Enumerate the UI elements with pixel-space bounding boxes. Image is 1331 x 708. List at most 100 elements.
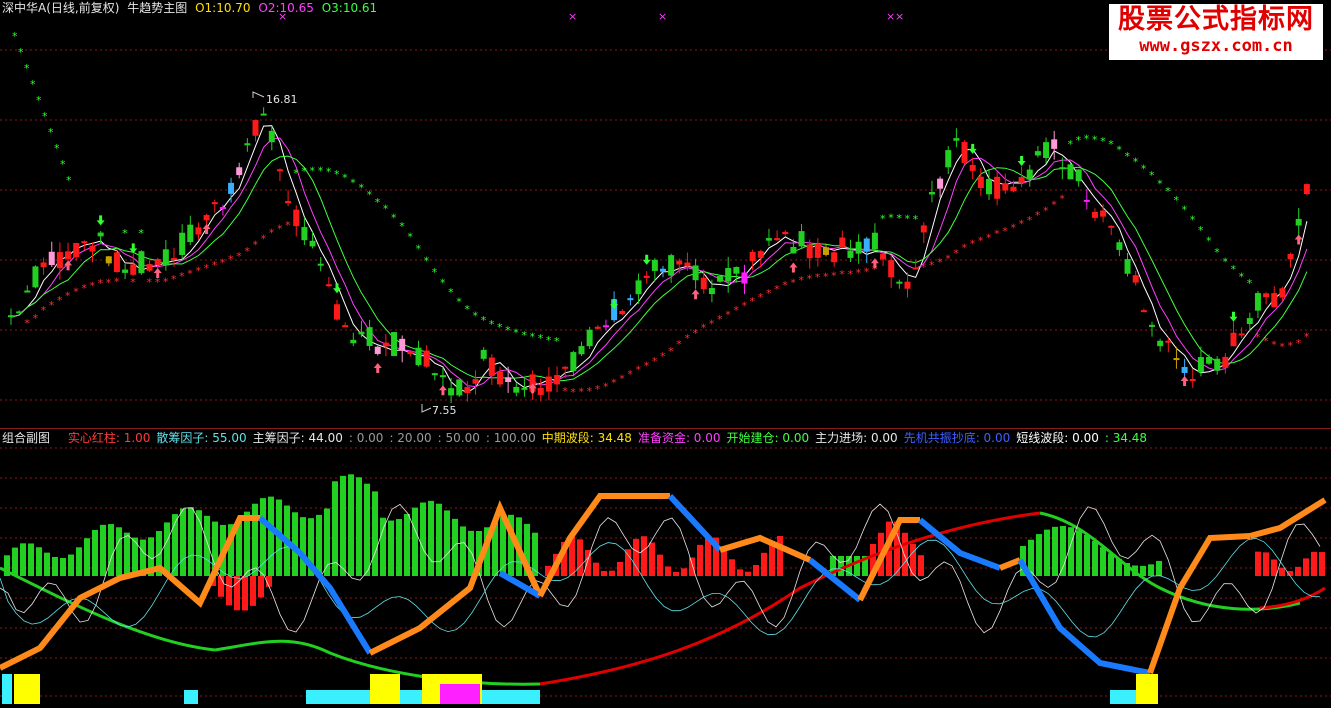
sar-dot: *: [367, 188, 373, 201]
composite-indicator-chart[interactable]: [0, 428, 1331, 708]
histogram-bar: [372, 491, 378, 576]
candle-body: [1230, 332, 1237, 347]
sar-dot: *: [204, 262, 210, 275]
candle-body: [146, 264, 153, 271]
candle-body: [717, 276, 724, 282]
candle-body: [969, 164, 976, 171]
sar-dot: *: [49, 299, 55, 312]
candle-body: [1295, 218, 1302, 226]
histogram-bar: [593, 562, 599, 576]
sar-dot: *: [269, 227, 275, 240]
candle-body: [570, 352, 577, 371]
sar-dot: *: [416, 243, 422, 256]
sar-dot: *: [1214, 246, 1220, 259]
candle-body: [154, 259, 161, 266]
candle-body: [448, 388, 455, 396]
sar-dot: *: [65, 290, 71, 303]
sar-dot: *: [742, 300, 748, 313]
sar-dot: *: [448, 286, 454, 299]
candle-body: [1181, 366, 1188, 373]
signal-block: [1136, 674, 1158, 704]
signal-arrow-icon: [691, 289, 700, 300]
sar-dot: *: [758, 291, 764, 304]
sar-dot: *: [326, 165, 332, 178]
sar-dot: *: [358, 182, 364, 195]
sar-dot: *: [220, 257, 226, 270]
histogram-bar: [132, 537, 138, 576]
candle-body: [994, 176, 1001, 199]
step-line: [998, 557, 1022, 571]
candle-body: [1271, 293, 1278, 308]
candle-body: [1157, 340, 1164, 347]
candle-body: [260, 113, 267, 116]
candlestick-chart[interactable]: * ** * * * * * * * * ***** * * * * * * * * * * * * * * * * ** * * * * * *…: [0, 0, 1331, 428]
sub-legend-item: : 100.00: [485, 431, 536, 445]
candle-body: [1197, 357, 1204, 373]
candle-body: [1075, 169, 1082, 182]
sar-dot: *: [978, 234, 984, 247]
candle-body: [81, 241, 88, 244]
sar-dot: *: [660, 350, 666, 363]
signal-arrow-icon: [968, 143, 977, 154]
candle-body: [741, 272, 748, 284]
sar-dot: *: [733, 304, 739, 317]
candle-body: [953, 138, 960, 141]
candle-body: [961, 142, 968, 163]
candle-body: [855, 241, 862, 254]
histogram-bar: [404, 514, 410, 576]
sub-legend-item: 中期波段: 34.48: [541, 431, 632, 445]
histogram-bar: [1068, 527, 1074, 576]
histogram-bar: [657, 554, 663, 576]
sar-dot: *: [668, 345, 674, 358]
candle-body: [700, 277, 707, 290]
histogram-bar: [244, 511, 250, 576]
histogram-bar: [854, 556, 860, 576]
sar-dot: *: [114, 276, 120, 289]
sar-dot: *: [937, 256, 943, 269]
histogram-bar: [1100, 547, 1106, 576]
sub-chart-panel[interactable]: 组合副图 实心红柱: 1.00 散筹因子: 55.00 主筹因子: 44.00: 0…: [0, 428, 1331, 708]
sar-dot: *: [1133, 156, 1139, 169]
candle-body: [122, 269, 129, 273]
sar-dot: *: [1296, 337, 1302, 350]
main-chart-panel[interactable]: 深中华A(日线,前复权) 牛趋势主图 O1:10.70 O2:10.65 O3:…: [0, 0, 1331, 428]
sar-dot: *: [1173, 194, 1179, 207]
sar-dot: *: [138, 227, 144, 240]
candle-body: [896, 281, 903, 284]
sar-dot: *: [636, 364, 642, 377]
sar-dot: *: [424, 254, 430, 267]
histogram-bar: [665, 566, 671, 576]
candle-body: [187, 224, 194, 243]
candle-body: [1132, 275, 1139, 283]
sar-dot: *: [179, 270, 185, 283]
sar-dot: *: [905, 212, 911, 225]
sar-dot: *: [41, 304, 47, 317]
candle-body: [635, 280, 642, 295]
signal-block: [482, 690, 540, 704]
low-annotation: 7.55: [421, 404, 457, 417]
histogram-bar: [1271, 559, 1277, 576]
candle-body: [651, 259, 658, 271]
candle-body: [594, 326, 601, 329]
histogram-bar: [348, 474, 354, 576]
candle-body: [814, 243, 821, 258]
sar-dot: *: [318, 165, 324, 178]
histogram-bar: [12, 547, 18, 576]
o3-label: O3:: [321, 1, 343, 15]
sar-dot: *: [187, 267, 193, 280]
sar-dot: *: [896, 212, 902, 225]
histogram-bar: [1052, 526, 1058, 576]
sar-dot: *: [807, 273, 813, 286]
sar-dot: *: [473, 309, 479, 322]
sar-dot: *: [953, 247, 959, 260]
low-price-label: 7.55: [432, 404, 457, 417]
sar-dot: *: [98, 277, 104, 290]
sar-dot: *: [880, 213, 886, 226]
histogram-bar: [380, 517, 386, 576]
histogram-bar: [625, 549, 631, 576]
sar-dot: *: [725, 309, 731, 322]
sar-dot: *: [611, 377, 617, 390]
histogram-bar: [673, 571, 679, 576]
sub-legend-item: 实心红柱: 1.00: [67, 431, 151, 445]
candle-body: [1149, 324, 1155, 327]
